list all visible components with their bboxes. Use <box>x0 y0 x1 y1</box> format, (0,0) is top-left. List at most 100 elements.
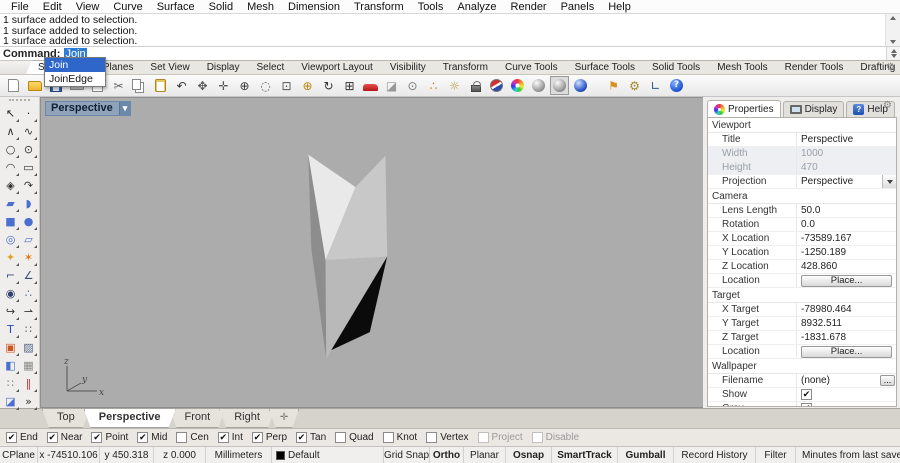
menu-item[interactable]: Transform <box>347 1 411 13</box>
osnap-item[interactable]: Point <box>91 432 128 443</box>
panel-tab[interactable]: Display <box>782 101 845 117</box>
osnap-item[interactable]: Cen <box>176 432 209 443</box>
curve-from-object-icon[interactable]: ↷ <box>20 177 38 195</box>
viewport-tab[interactable]: Top <box>42 409 90 428</box>
place-button[interactable]: Place... <box>801 274 893 287</box>
menu-item[interactable]: Analyze <box>450 1 503 13</box>
zoom-icon[interactable]: ⊕ <box>235 76 254 95</box>
copy-icon[interactable] <box>130 76 149 95</box>
select-icon[interactable]: ↖ <box>2 105 20 123</box>
menu-item[interactable]: File <box>4 1 36 13</box>
property-value[interactable]: 0.0 <box>801 219 815 230</box>
move-view-icon[interactable]: ✛ <box>214 76 233 95</box>
menu-item[interactable]: Solid <box>202 1 240 13</box>
osnap-item[interactable]: Tan <box>296 432 326 443</box>
lock-icon[interactable] <box>466 76 485 95</box>
array-icon[interactable]: ▦ <box>20 357 38 375</box>
notes-icon[interactable]: ◪ <box>2 393 20 411</box>
toolbar-tab[interactable]: Transform <box>431 60 500 74</box>
hatch-icon[interactable]: ▨ <box>20 339 38 357</box>
osnap-checkbox[interactable] <box>137 432 149 443</box>
solid-tools-icon[interactable]: ◧ <box>2 357 20 375</box>
help-icon[interactable]: ? <box>667 76 686 95</box>
curve-fillet-icon[interactable]: ↪ <box>2 303 20 321</box>
property-value[interactable]: 1000 <box>801 148 823 159</box>
property-value[interactable]: Perspective <box>801 134 853 145</box>
spinner-up-icon[interactable] <box>890 49 897 53</box>
osnap-checkbox[interactable] <box>382 432 394 443</box>
panel-tab[interactable]: Properties <box>707 100 781 117</box>
status-pane[interactable]: Gumball <box>618 447 674 463</box>
property-value[interactable]: 50.0 <box>801 205 820 216</box>
viewport-tab[interactable]: ✛ <box>269 409 299 428</box>
status-pane[interactable]: Ortho <box>430 447 464 463</box>
extend-curve-icon[interactable]: ⇀ <box>20 303 38 321</box>
box-icon[interactable]: ■ <box>2 213 20 231</box>
menu-item[interactable]: Dimension <box>281 1 347 13</box>
osnap-checkbox[interactable] <box>426 432 438 443</box>
named-view-icon[interactable] <box>361 76 380 95</box>
grid-icon[interactable]: ∷ <box>2 375 20 393</box>
perspective-viewport[interactable]: Perspective ▾ z x y <box>40 97 703 408</box>
visibility-icon[interactable]: ◪ <box>382 76 401 95</box>
object-face-lower-body[interactable] <box>325 256 388 360</box>
status-pane[interactable]: y 450.318 <box>100 447 154 463</box>
gear-icon[interactable]: ⚙ <box>883 100 892 111</box>
status-pane[interactable]: Minutes from last save: 404 <box>796 447 900 463</box>
checkbox[interactable] <box>801 389 812 400</box>
osnap-item[interactable]: End <box>6 432 38 443</box>
explode-icon[interactable]: ✶ <box>20 249 38 267</box>
osnap-checkbox[interactable] <box>46 432 58 443</box>
toolbar-tab[interactable]: Visibility <box>378 60 438 74</box>
menu-item[interactable]: Surface <box>150 1 202 13</box>
osnap-item[interactable]: Disable <box>531 432 579 443</box>
property-value[interactable]: 8932.511 <box>801 318 842 329</box>
fillet-edge-icon[interactable]: ⌐ <box>2 267 20 285</box>
place-button[interactable]: Place... <box>801 345 893 358</box>
toolbar-tab[interactable]: Mesh Tools <box>705 60 779 74</box>
zoom-dynamic-icon[interactable]: ◌ <box>256 76 275 95</box>
scroll-down-icon[interactable] <box>890 40 896 44</box>
property-value[interactable]: -1250.189 <box>801 247 846 258</box>
surface-icon[interactable]: ▰ <box>2 195 20 213</box>
menu-item[interactable]: Panels <box>554 1 602 13</box>
toolbar-grip[interactable] <box>9 99 30 103</box>
toolbar-tab[interactable]: Render Tools <box>773 60 856 74</box>
scroll-up-icon[interactable] <box>890 16 896 20</box>
osnap-checkbox[interactable] <box>477 432 489 443</box>
status-pane[interactable]: Osnap <box>506 447 552 463</box>
autocomplete-item[interactable]: Join <box>45 58 105 72</box>
viewport-layout-icon[interactable]: ⊞ <box>340 76 359 95</box>
toolbar-tab[interactable]: Set View <box>138 60 201 74</box>
sweep-icon[interactable]: ◗ <box>20 195 38 213</box>
property-value[interactable]: 428.860 <box>801 261 837 272</box>
viewport-tab[interactable]: Right <box>219 409 275 428</box>
new-file-icon[interactable] <box>4 76 23 95</box>
open-file-icon[interactable] <box>25 76 44 95</box>
boolean-difference-icon[interactable]: ◉ <box>2 285 20 303</box>
edit-points-icon[interactable]: ∷ <box>20 321 38 339</box>
menu-item[interactable]: Mesh <box>240 1 281 13</box>
osnap-checkbox[interactable] <box>6 432 17 443</box>
ellipse-icon[interactable]: ⊙ <box>20 141 38 159</box>
status-pane[interactable]: Planar <box>464 447 506 463</box>
gear-icon[interactable]: ⚙ <box>886 62 895 73</box>
point-icon[interactable]: · <box>20 105 38 123</box>
cplane-icon[interactable]: ⊙ <box>403 76 422 95</box>
ghosted-view-icon[interactable] <box>550 76 569 95</box>
toolbar-tab[interactable]: Viewport Layout <box>289 60 385 74</box>
toolbar-tab[interactable]: Curve Tools <box>493 60 570 74</box>
osnap-checkbox[interactable] <box>251 432 263 443</box>
command-line[interactable]: Command: Join <box>0 47 900 61</box>
viewport-tab[interactable]: Front <box>170 409 226 428</box>
polyline-icon[interactable]: ∧ <box>2 123 20 141</box>
osnap-item[interactable]: Quad <box>335 432 374 443</box>
polygon-icon[interactable]: ◈ <box>2 177 20 195</box>
checkbox[interactable] <box>801 403 812 406</box>
autocomplete-item[interactable]: JoinEdge <box>45 72 105 86</box>
layers-icon[interactable] <box>487 76 506 95</box>
property-value[interactable]: -78980.464 <box>801 304 852 315</box>
object-properties-icon[interactable] <box>508 76 527 95</box>
osnap-checkbox[interactable] <box>296 432 308 443</box>
undo-icon[interactable]: ↶ <box>172 76 191 95</box>
